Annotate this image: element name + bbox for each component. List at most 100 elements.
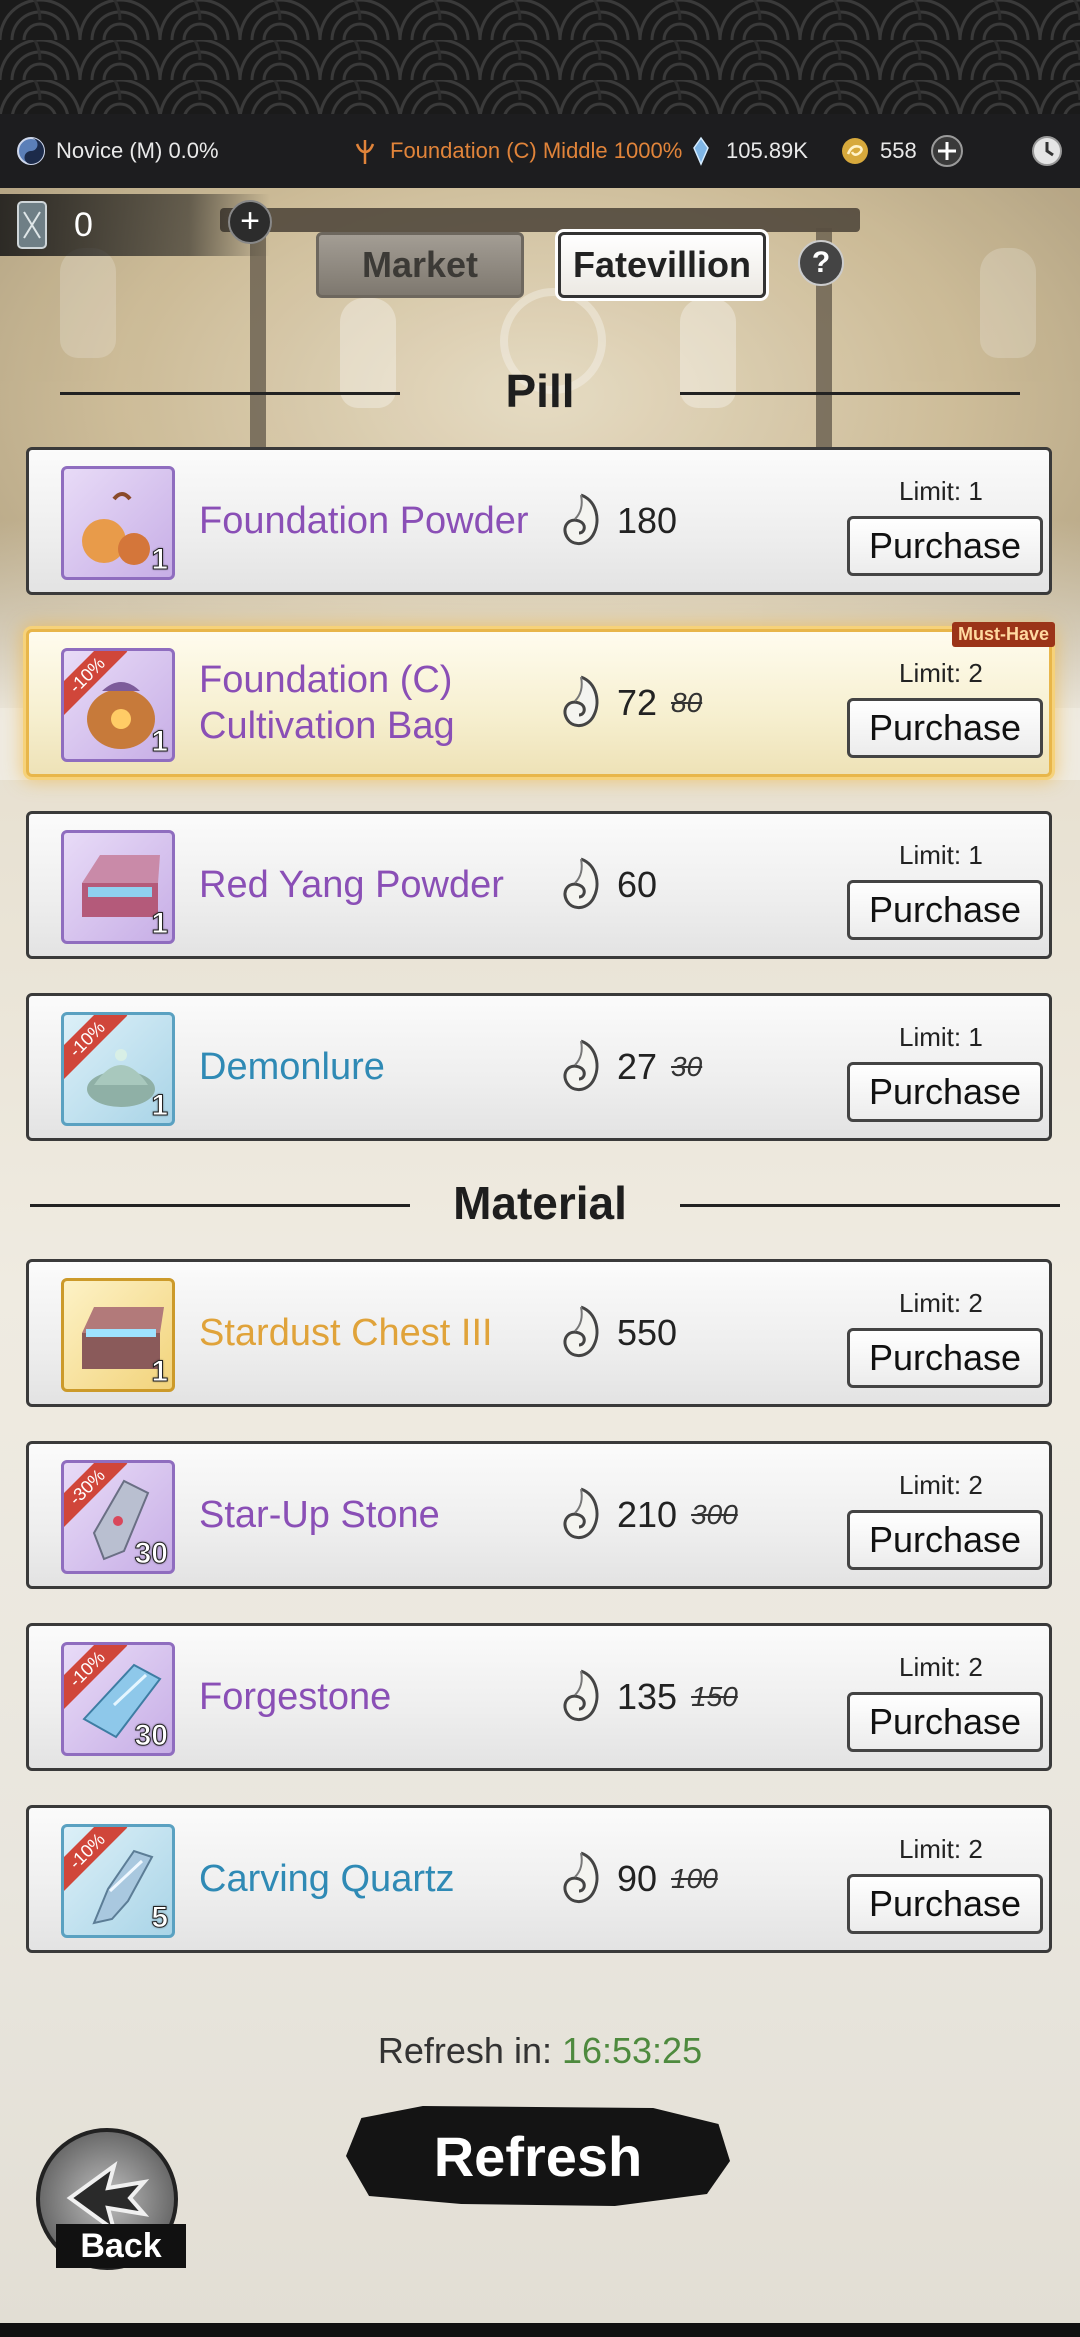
item-quantity: 1 — [151, 543, 169, 577]
shop-item-row: -30% 30 Star-Up Stone 210 300 Limit: 2 Purchas… — [26, 1441, 1052, 1589]
item-icon[interactable]: -10% 1 — [61, 648, 175, 762]
add-currency-button[interactable] — [930, 114, 964, 188]
scroll-token-icon — [17, 201, 47, 249]
refresh-time: 16:53:25 — [561, 2030, 703, 2071]
original-price: 80 — [671, 687, 703, 718]
spirit-coin-icon — [563, 1487, 599, 1539]
shop-item-row: -10% 1 Foundation (C) Cultivation Bag 72 80 L… — [26, 622, 1055, 777]
item-icon[interactable]: 1 — [61, 1278, 175, 1392]
spirit-coin-icon — [563, 675, 599, 727]
jade-count: 558 — [880, 138, 917, 163]
price-value: 180 — [617, 500, 678, 541]
trident-icon — [355, 140, 375, 164]
item-price: 90 100 — [557, 1808, 718, 1950]
bottom-edge — [0, 2323, 1080, 2337]
item-name: Stardust Chest III — [199, 1312, 493, 1354]
item-icon[interactable]: 1 — [61, 830, 175, 944]
section-title-pill: Pill — [505, 365, 575, 417]
item-name: Red Yang Powder — [199, 864, 504, 906]
item-quantity: 30 — [134, 1719, 168, 1753]
rank-text: Novice (M) 0.0% — [56, 138, 219, 163]
item-name: Star-Up Stone — [199, 1494, 440, 1536]
shop-item-row: 1 Stardust Chest III 550 Limit: 2 Purchase — [26, 1259, 1052, 1407]
gold-swirl-icon — [842, 138, 868, 164]
price-value: 135 — [617, 1676, 678, 1717]
shop-item-row: -10% 30 Forgestone 135 150 Limit: 2 Purchase — [26, 1623, 1052, 1771]
item-price: 27 30 — [557, 996, 702, 1138]
item-price: 72 80 — [557, 632, 702, 774]
item-price: 135 150 — [557, 1626, 738, 1768]
item-name: Foundation (C) Cultivation Bag — [199, 659, 455, 747]
add-token-button[interactable]: + — [228, 200, 272, 244]
item-icon[interactable]: -10% 1 — [61, 1012, 175, 1126]
purchase-limit: Limit: 2 — [899, 1652, 983, 1682]
purchase-button[interactable]: Purchase — [847, 1692, 1043, 1752]
crystal-icon — [693, 136, 709, 166]
price-value: 550 — [617, 1312, 678, 1353]
shop-item-row: 1 Red Yang Powder 60 Limit: 1 Purchase — [26, 811, 1052, 959]
plus-icon — [931, 135, 963, 167]
refresh-button[interactable]: Refresh — [346, 2106, 730, 2206]
item-quantity: 1 — [151, 1355, 169, 1389]
item-quantity: 5 — [151, 1901, 169, 1935]
tab-fatevillion[interactable]: Fatevillion — [558, 232, 766, 298]
original-price: 150 — [691, 1681, 738, 1712]
plus-icon: + — [240, 202, 260, 240]
purchase-limit: Limit: 1 — [899, 1022, 983, 1052]
spirit-coin-icon — [563, 1039, 599, 1091]
purchase-button[interactable]: Purchase — [847, 880, 1043, 940]
spirit-stone-balance[interactable]: 105.89K — [686, 114, 808, 188]
status-bar: Novice (M) 0.0% Foundation (C) Middle 10… — [0, 114, 1080, 188]
purchase-limit: Limit: 1 — [899, 840, 983, 870]
spirit-coin-icon — [563, 1669, 599, 1721]
purchase-limit: Limit: 2 — [899, 658, 983, 688]
item-price: 210 300 — [557, 1444, 738, 1586]
item-quantity: 1 — [151, 907, 169, 941]
refresh-prefix: Refresh in: — [377, 2030, 562, 2071]
spirit-coin-icon — [563, 1851, 599, 1903]
item-price: 180 — [557, 450, 677, 592]
must-have-badge: Must-Have — [951, 622, 1055, 647]
price-value: 27 — [617, 1046, 658, 1087]
item-name: Carving Quartz — [199, 1858, 455, 1900]
realm-indicator[interactable]: Foundation (C) Middle 1000% — [350, 114, 682, 188]
clock-button[interactable] — [1030, 114, 1064, 188]
jade-balance[interactable]: 558 — [840, 114, 917, 188]
item-price: 60 — [557, 814, 657, 956]
back-label[interactable]: Back — [56, 2224, 186, 2268]
help-button[interactable]: ? — [798, 240, 844, 286]
section-title-material: Material — [453, 1177, 627, 1229]
tab-market[interactable]: Market — [316, 232, 524, 298]
original-price: 100 — [671, 1863, 718, 1894]
purchase-button[interactable]: Purchase — [847, 1874, 1043, 1934]
purchase-button[interactable]: Purchase — [847, 698, 1043, 758]
purchase-button[interactable]: Purchase — [847, 516, 1043, 576]
yin-yang-icon — [17, 137, 45, 165]
purchase-button[interactable]: Purchase — [847, 1062, 1043, 1122]
purchase-limit: Limit: 1 — [899, 476, 983, 506]
item-name: Forgestone — [199, 1676, 392, 1718]
item-name: Demonlure — [199, 1046, 385, 1088]
wave-pattern-header — [0, 0, 1080, 114]
spirit-coin-icon — [563, 1305, 599, 1357]
item-quantity: 1 — [151, 725, 169, 759]
original-price: 30 — [671, 1051, 703, 1082]
clock-icon — [1032, 136, 1062, 166]
token-count: 0 — [74, 205, 93, 244]
purchase-button[interactable]: Purchase — [847, 1328, 1043, 1388]
item-icon[interactable]: 1 — [61, 466, 175, 580]
item-price: 550 — [557, 1262, 677, 1404]
refresh-timer: Refresh in: 16:53:25 — [0, 2030, 1080, 2072]
item-icon[interactable]: -10% 5 — [61, 1824, 175, 1938]
realm-text: Foundation (C) Middle 1000% — [390, 138, 683, 163]
cultivation-rank[interactable]: Novice (M) 0.0% — [16, 114, 219, 188]
original-price: 300 — [691, 1499, 738, 1530]
purchase-limit: Limit: 2 — [899, 1834, 983, 1864]
item-quantity: 1 — [151, 1089, 169, 1123]
purchase-button[interactable]: Purchase — [847, 1510, 1043, 1570]
price-value: 72 — [617, 682, 658, 723]
spirit-stone-count: 105.89K — [726, 138, 808, 163]
item-icon[interactable]: -30% 30 — [61, 1460, 175, 1574]
shop-item-row: 1 Foundation Powder 180 Limit: 1 Purchase — [26, 447, 1052, 595]
item-icon[interactable]: -10% 30 — [61, 1642, 175, 1756]
